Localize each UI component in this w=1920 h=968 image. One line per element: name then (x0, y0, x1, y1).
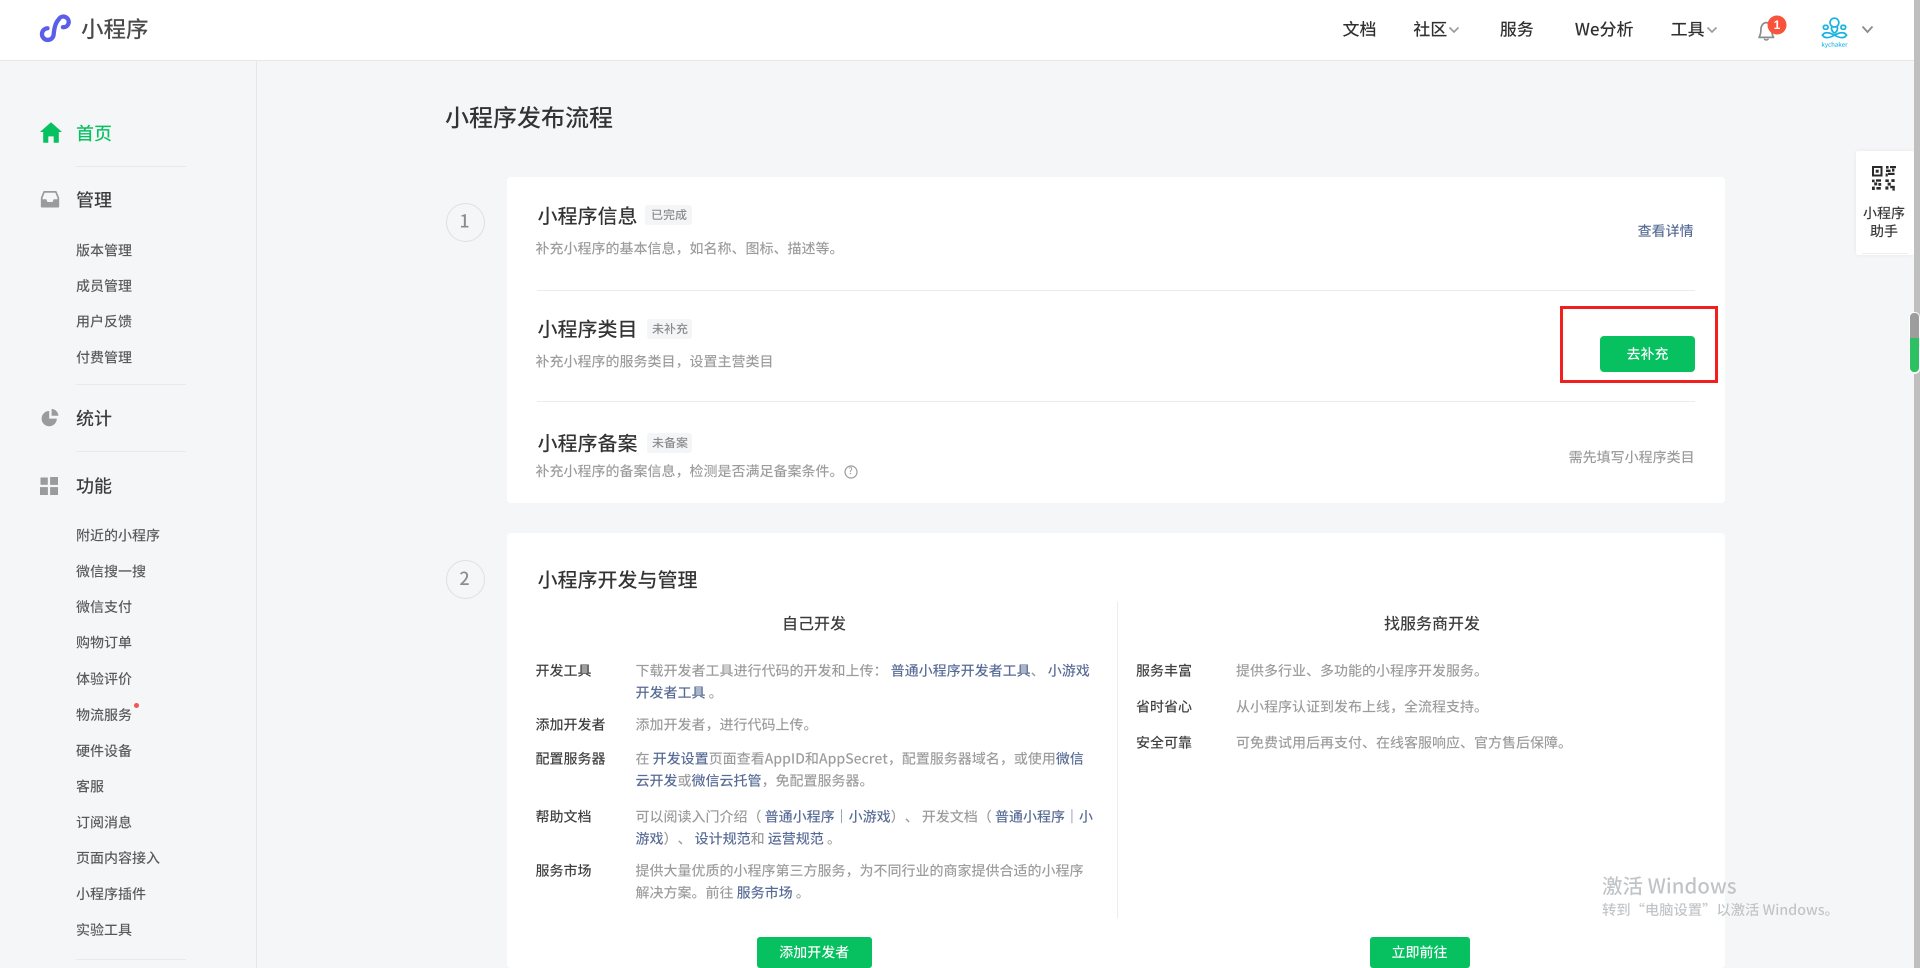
svg-text:1: 1 (1774, 18, 1781, 32)
